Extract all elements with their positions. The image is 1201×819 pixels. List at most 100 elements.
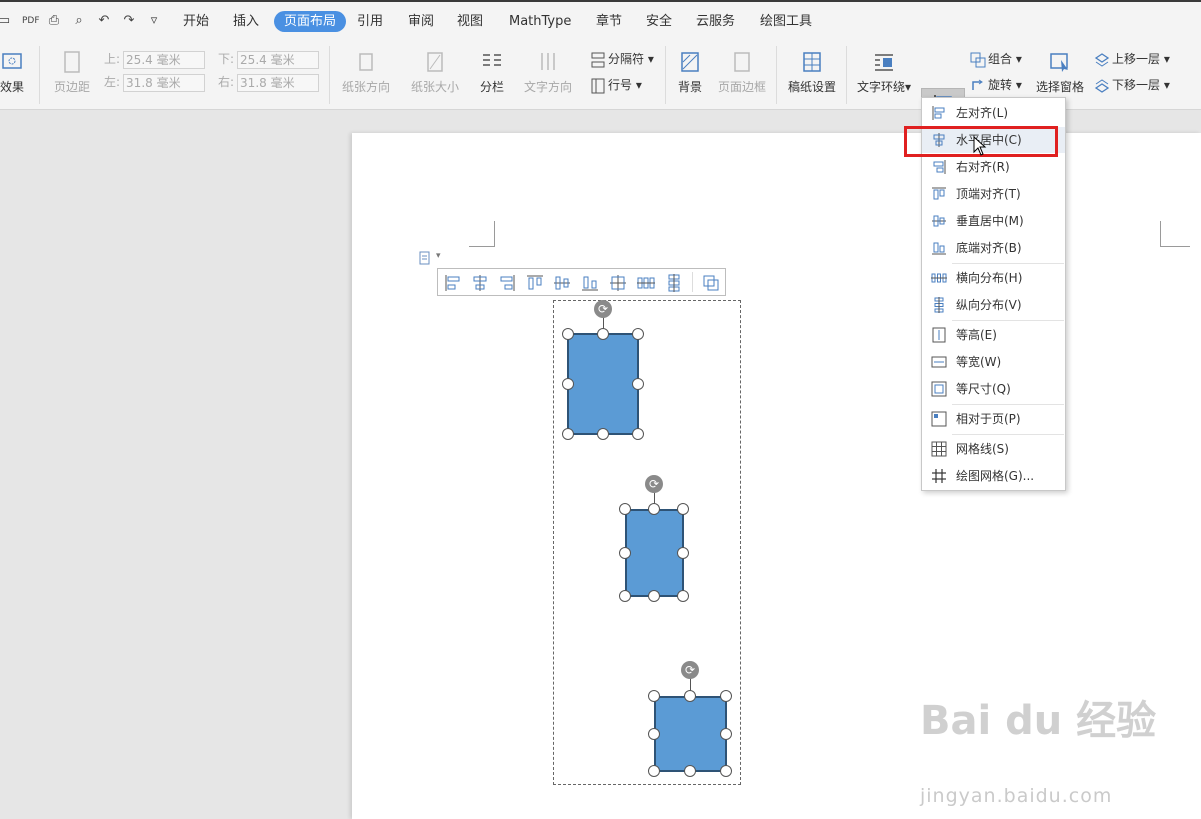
tab-chapter[interactable]: 章节 [590, 11, 628, 32]
menu-item-same-size[interactable]: 等尺寸(Q) [922, 376, 1065, 402]
resize-handle[interactable] [632, 378, 644, 390]
menu-item-align-top[interactable]: 顶端对齐(T) [922, 181, 1065, 207]
selection-pane-button[interactable]: 选择窗格 [1034, 50, 1086, 95]
resize-handle[interactable] [684, 765, 696, 777]
resize-handle[interactable] [684, 690, 696, 702]
menu-item-distribute-horizontal[interactable]: 横向分布(H) [922, 265, 1065, 291]
menu-item-drawing-grid[interactable]: 绘图网格(G)... [922, 463, 1065, 489]
resize-handle[interactable] [632, 428, 644, 440]
distribute-vertical-icon[interactable] [664, 273, 684, 293]
pdf-icon[interactable]: PDF [22, 13, 40, 29]
resize-handle[interactable] [720, 765, 732, 777]
align-left-icon[interactable] [443, 273, 463, 293]
redo-icon[interactable]: ↷ [121, 13, 137, 29]
group-button[interactable]: 组合 ▾ [970, 50, 1022, 68]
print-preview-icon[interactable]: ⌕ [71, 13, 87, 29]
margins-label: 页边距 [53, 80, 90, 94]
resize-handle[interactable] [677, 590, 689, 602]
tab-view[interactable]: 视图 [451, 11, 489, 32]
tab-drawing-tools[interactable]: 绘图工具 [754, 11, 818, 32]
customize-icon[interactable]: ▿ [146, 13, 162, 29]
alignment-options-icon[interactable] [701, 273, 721, 293]
margin-right-field[interactable]: 31.8 毫米 [237, 73, 320, 92]
toolbar-separator [692, 272, 693, 292]
tab-page-layout[interactable]: 页面布局 [274, 11, 347, 32]
align-top-icon[interactable] [525, 273, 545, 293]
align-bottom-icon[interactable] [580, 273, 600, 293]
resize-handle[interactable] [562, 328, 574, 340]
paper-size-button[interactable]: 纸张大小 [405, 50, 465, 95]
menu-item-align-right[interactable]: 右对齐(R) [922, 154, 1065, 180]
resize-handle[interactable] [619, 590, 631, 602]
bring-forward-button[interactable]: 上移一层 ▾ [1094, 50, 1170, 68]
tab-home[interactable]: 开始 [177, 11, 215, 32]
align-center-icon[interactable] [470, 273, 490, 293]
resize-handle[interactable] [619, 547, 631, 559]
resize-handle[interactable] [597, 328, 609, 340]
menu-item-distribute-vertical[interactable]: 纵向分布(V) [922, 292, 1065, 318]
tab-references[interactable]: 引用 [351, 11, 389, 32]
align-middle-icon[interactable] [552, 273, 572, 293]
manuscript-button[interactable]: 稿纸设置 [784, 50, 840, 95]
resize-handle[interactable] [619, 503, 631, 515]
resize-handle[interactable] [562, 428, 574, 440]
resize-handle[interactable] [677, 503, 689, 515]
send-backward-button[interactable]: 下移一层 ▾ [1094, 76, 1170, 94]
menu-item-align-middle[interactable]: 垂直居中(M) [922, 208, 1065, 234]
margin-bottom-field[interactable]: 25.4 毫米 [237, 50, 320, 69]
resize-handle[interactable] [632, 328, 644, 340]
undo-icon[interactable]: ↶ [96, 13, 112, 29]
align-center-both-icon[interactable] [608, 273, 628, 293]
resize-handle[interactable] [720, 690, 732, 702]
resize-handle[interactable] [597, 428, 609, 440]
text-direction-button[interactable]: 文字方向 [518, 50, 578, 95]
rectangle-shape-2[interactable] [625, 509, 684, 597]
resize-handle[interactable] [648, 690, 660, 702]
resize-handle[interactable] [677, 547, 689, 559]
rotate-button[interactable]: 旋转 ▾ [970, 76, 1022, 94]
effect-button[interactable]: 效果 [0, 50, 28, 95]
menu-item-align-left[interactable]: 左对齐(L) [922, 100, 1065, 126]
resize-handle[interactable] [720, 728, 732, 740]
print-icon[interactable]: ⎙ [46, 13, 62, 29]
breaks-button[interactable]: 分隔符 ▾ [590, 50, 654, 68]
margins-button[interactable]: 页边距 [48, 50, 96, 95]
tab-cloud[interactable]: 云服务 [690, 11, 741, 32]
tab-security[interactable]: 安全 [640, 11, 678, 32]
resize-handle[interactable] [648, 503, 660, 515]
menu-item-same-height[interactable]: 等高(E) [922, 322, 1065, 348]
save-icon[interactable]: ▭ [0, 13, 12, 29]
menu-item-relative-to-page[interactable]: 相对于页(P) [922, 406, 1065, 432]
menu-item-gridlines[interactable]: 网格线(S) [922, 436, 1065, 462]
margin-left-field[interactable]: 31.8 毫米 [123, 73, 206, 92]
line-numbers-button[interactable]: 行号 ▾ [590, 76, 642, 94]
effect-label: 效果 [0, 80, 24, 94]
tab-review[interactable]: 审阅 [402, 11, 440, 32]
paste-options-icon[interactable] [419, 251, 433, 265]
rotate-handle-icon[interactable]: ⟳ [594, 300, 612, 318]
margin-top-field[interactable]: 25.4 毫米 [123, 50, 206, 69]
tab-insert[interactable]: 插入 [227, 11, 265, 32]
distribute-horizontal-icon[interactable] [636, 273, 656, 293]
wrap-text-button[interactable]: 文字环绕▾ [853, 50, 915, 95]
rotate-handle-icon[interactable]: ⟳ [681, 661, 699, 679]
resize-handle[interactable] [648, 765, 660, 777]
page-border-button[interactable]: 页面边框 [716, 50, 768, 95]
resize-handle[interactable] [648, 728, 660, 740]
rectangle-shape-3[interactable] [654, 696, 727, 772]
resize-handle[interactable] [562, 378, 574, 390]
columns-button[interactable]: 分栏 [474, 50, 510, 95]
menu-separator [952, 263, 1064, 264]
menu-item-same-width[interactable]: 等宽(W) [922, 349, 1065, 375]
align-right-icon[interactable] [497, 273, 517, 293]
rotate-handle-icon[interactable]: ⟳ [645, 475, 663, 493]
menu-separator [952, 404, 1064, 405]
tab-mathtype[interactable]: MathType [503, 11, 577, 32]
paste-options-arrow-icon[interactable]: ▾ [436, 251, 441, 261]
background-button[interactable]: 背景 [670, 50, 710, 95]
menu-item-align-bottom[interactable]: 底端对齐(B) [922, 235, 1065, 261]
rectangle-shape-1[interactable] [567, 333, 639, 435]
orientation-button[interactable]: 纸张方向 [336, 50, 396, 95]
resize-handle[interactable] [648, 590, 660, 602]
bring-forward-icon [1094, 52, 1110, 67]
